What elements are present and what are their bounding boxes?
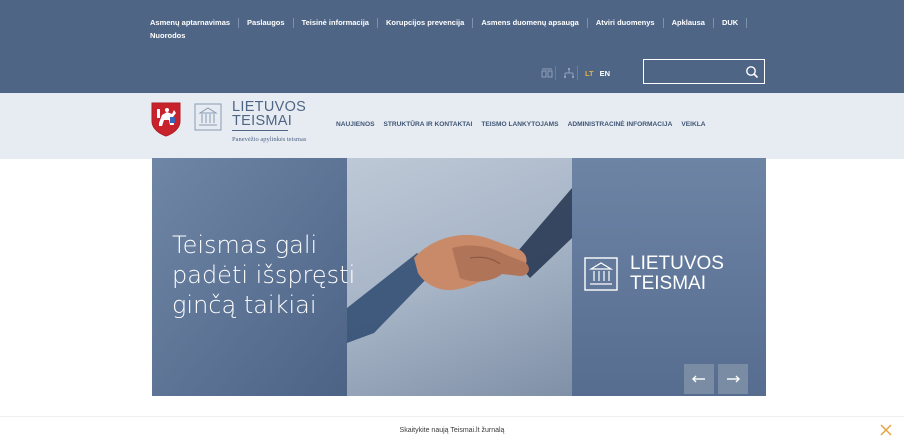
logo-title-line1: LIETUVOS [232,99,307,115]
tools-bar: LT EN [538,60,613,86]
top-nav-item-teisine-informacija[interactable]: Teisinė informacija [294,18,378,28]
top-bar: Asmenų aptarnavimas Paslaugos Teisinė in… [0,0,904,93]
lang-lt-link[interactable]: LT [585,69,594,78]
courts-logo-icon[interactable] [194,103,222,131]
main-nav-item-teismo-lankytojams[interactable]: TEISMO LANKYTOJAMS [481,121,558,128]
top-nav-item-paslaugos[interactable]: Paslaugos [239,18,294,28]
hero-brand: LIETUVOS TEISMAI [584,254,724,294]
search-icon[interactable] [745,65,759,79]
arrow-right-icon [727,375,740,383]
slider-prev-button[interactable] [684,364,714,394]
lang-en-link[interactable]: EN [600,69,610,78]
close-icon[interactable] [880,423,892,436]
coat-of-arms-icon[interactable] [150,101,182,137]
logo-title-line2: TEISMAI [232,113,293,129]
sign-language-icon[interactable] [538,66,556,80]
hero-courts-logo-icon [584,257,618,291]
main-nav-item-naujienos[interactable]: NAUJIENOS [336,121,374,128]
slider-next-button[interactable] [718,364,748,394]
hero-headline-line3: ginčą taikiai [172,291,317,319]
arrow-left-icon [692,375,705,383]
hero-headline-line2: padėti išspręsti [172,261,356,289]
hero-brand-line2: TEISMAI [630,273,707,294]
hero-brand-text: LIETUVOS TEISMAI [630,254,724,294]
top-nav-item-korupcijos-prevencija[interactable]: Korupcijos prevencija [378,18,474,28]
hero-headline: Teismas gali padėti išspręsti ginčą taik… [172,230,355,320]
main-nav-item-veikla[interactable]: VEIKLA [681,121,705,128]
hero-brand-line1: LIETUVOS [630,253,724,274]
search-input[interactable] [644,60,744,83]
main-nav-item-administracine-informacija[interactable]: ADMINISTRACINĖ INFORMACIJA [568,121,673,128]
logo-subtitle: Panevėžio apylinkės teismas [232,136,307,143]
logo-divider [232,130,288,131]
magazine-notice-link[interactable]: Skaitykite naują Teismai.lt žurnalą [0,427,904,434]
top-nav-item-apklausa[interactable]: Apklausa [664,18,714,28]
top-nav-item-nuorodos[interactable]: Nuorodos [150,31,193,41]
hero-headline-line1: Teismas gali [172,231,318,259]
hero-banner[interactable]: Teismas gali padėti išspręsti ginčą taik… [152,158,766,396]
sitemap-icon[interactable] [560,66,578,80]
magazine-notice-bar: Skaitykite naują Teismai.lt žurnalą [0,416,904,436]
top-nav-item-atviri-duomenys[interactable]: Atviri duomenys [588,18,664,28]
site-logo[interactable]: LIETUVOS TEISMAI Panevėžio apylinkės tei… [232,100,306,143]
top-nav-item-asmenu-aptarnavimas[interactable]: Asmenų aptarnavimas [150,18,240,28]
search-box [643,59,765,84]
site-header: LIETUVOS TEISMAI Panevėžio apylinkės tei… [0,93,904,159]
top-nav-item-asmens-duomenu-apsauga[interactable]: Asmens duomenų apsauga [473,18,588,28]
main-nav-item-struktura[interactable]: STRUKTŪRA IR KONTAKTAI [383,121,472,128]
top-nav: Asmenų aptarnavimas Paslaugos Teisinė in… [150,18,770,41]
main-nav: NAUJIENOS STRUKTŪRA IR KONTAKTAI TEISMO … [336,121,715,128]
top-nav-item-duk[interactable]: DUK [714,18,748,28]
